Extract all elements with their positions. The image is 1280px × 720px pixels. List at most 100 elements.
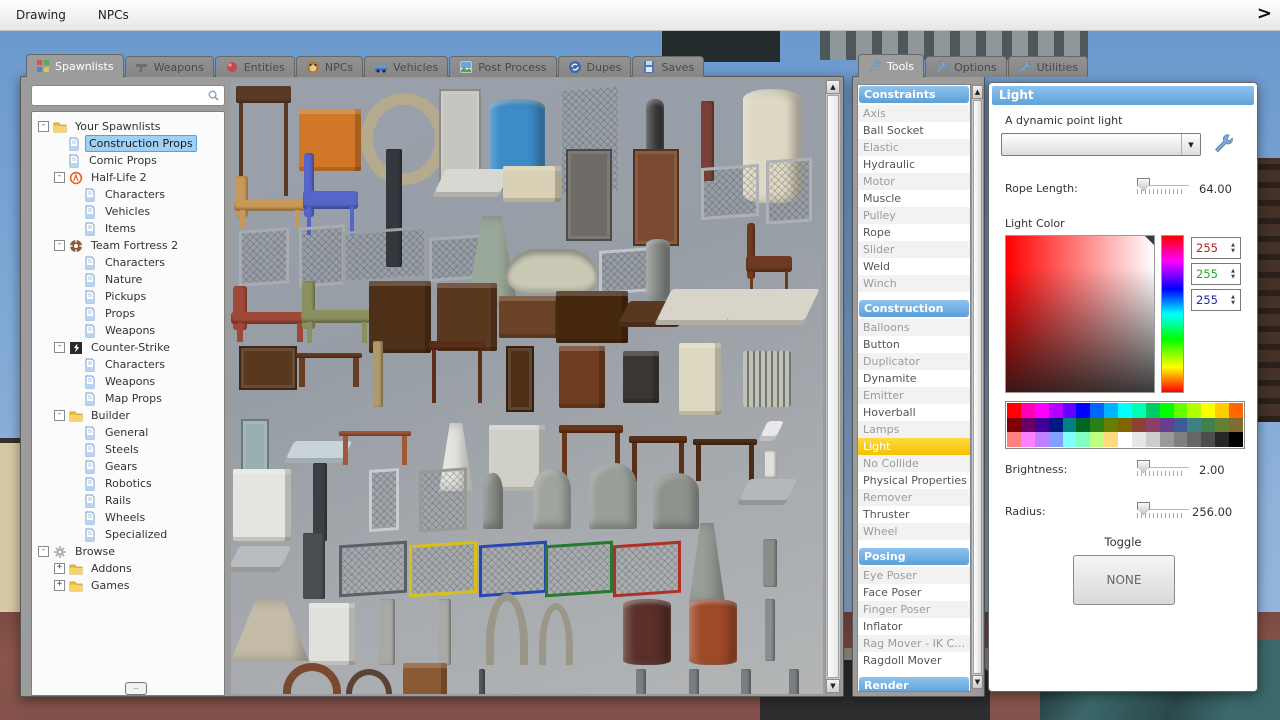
prop-thumbnail[interactable] [303, 153, 358, 235]
tool-item-slider[interactable]: Slider [858, 241, 970, 258]
palette-swatch[interactable] [1173, 432, 1188, 447]
palette-swatch[interactable] [1201, 432, 1216, 447]
toggle-none-button[interactable]: NONE [1073, 555, 1175, 605]
tool-item-thruster[interactable]: Thruster [858, 506, 970, 523]
palette-swatch[interactable] [1201, 403, 1216, 418]
tree-node-steels[interactable]: Steels [32, 441, 224, 458]
palette-swatch[interactable] [1229, 403, 1243, 418]
prop-thumbnail[interactable] [693, 439, 757, 481]
prop-thumbnail[interactable] [741, 669, 751, 694]
tree-node-half-life-2[interactable]: - Half-Life 2 [32, 169, 224, 186]
prop-thumbnail[interactable] [701, 163, 759, 221]
tree-node-gears[interactable]: Gears [32, 458, 224, 475]
tool-item-face-poser[interactable]: Face Poser [858, 584, 970, 601]
tool-item-hoverball[interactable]: Hoverball [858, 404, 970, 421]
scroll-thumb[interactable] [827, 95, 839, 678]
prop-thumbnail[interactable] [439, 599, 451, 665]
prop-thumbnail[interactable] [599, 247, 651, 295]
tree-node-rails[interactable]: Rails [32, 492, 224, 509]
prop-thumbnail[interactable] [556, 291, 628, 343]
tab-npcs[interactable]: NPCs [295, 56, 364, 77]
palette-swatch[interactable] [1173, 417, 1188, 433]
prop-thumbnail[interactable] [506, 249, 598, 293]
prop-thumbnail[interactable] [566, 149, 612, 241]
scroll-up-button[interactable]: ▲ [826, 80, 840, 94]
expand-icon[interactable]: + [54, 563, 65, 574]
scroll-up-button[interactable]: ▲ [972, 85, 983, 99]
tool-item-pulley[interactable]: Pulley [858, 207, 970, 224]
tool-item-button[interactable]: Button [858, 336, 970, 353]
prop-thumbnail[interactable] [403, 663, 447, 694]
prop-thumbnail[interactable] [361, 93, 447, 185]
palette-swatch[interactable] [1090, 417, 1105, 433]
tree-node-nature[interactable]: Nature [32, 271, 224, 288]
prop-thumbnail[interactable] [758, 421, 784, 441]
tool-item-rag-mover-ik-ch-[interactable]: Rag Mover - IK Ch... [858, 635, 970, 652]
tree-node-games[interactable]: + Games [32, 577, 224, 594]
tool-item-weld[interactable]: Weld [858, 258, 970, 275]
prop-thumbnail[interactable] [506, 346, 534, 412]
palette-swatch[interactable] [1090, 403, 1105, 418]
palette-swatch[interactable] [1229, 432, 1243, 447]
prop-thumbnail[interactable] [503, 166, 561, 202]
palette-swatch[interactable] [1159, 403, 1174, 418]
palette-swatch[interactable] [1215, 432, 1230, 447]
palette-swatch[interactable] [1090, 432, 1105, 447]
palette-swatch[interactable] [1007, 417, 1021, 433]
spinner-arrows[interactable]: ▲ ▼ [1228, 264, 1238, 284]
tool-item-motor[interactable]: Motor [858, 173, 970, 190]
palette-swatch[interactable] [1104, 403, 1119, 418]
tab-dupes[interactable]: Dupes [557, 56, 632, 77]
palette-swatch[interactable] [1187, 417, 1202, 433]
tree-node-your-spawnlists[interactable]: - Your Spawnlists [32, 118, 224, 135]
prop-thumbnail[interactable] [486, 593, 528, 665]
palette-swatch[interactable] [1173, 403, 1188, 418]
prop-thumbnail[interactable] [373, 341, 383, 407]
search-input[interactable] [31, 85, 225, 106]
palette-swatch[interactable] [1145, 432, 1160, 447]
palette-swatch[interactable] [1062, 417, 1077, 433]
tree-node-construction-props[interactable]: Construction Props [32, 135, 224, 152]
collapse-icon[interactable]: - [54, 240, 65, 251]
radius-slider[interactable] [1135, 502, 1189, 518]
prop-thumbnail[interactable] [479, 540, 547, 598]
palette-swatch[interactable] [1048, 432, 1063, 447]
palette-swatch[interactable] [1118, 432, 1132, 447]
prop-thumbnail[interactable] [339, 540, 407, 598]
prop-thumbnail[interactable] [303, 533, 325, 599]
scroll-down-button[interactable]: ▼ [826, 679, 840, 693]
palette-swatch[interactable] [1034, 417, 1049, 433]
palette-swatch[interactable] [1048, 403, 1063, 418]
prop-thumbnail[interactable] [765, 451, 777, 477]
tool-item-remover[interactable]: Remover [858, 489, 970, 506]
collapse-icon[interactable]: - [54, 410, 65, 421]
prop-thumbnail[interactable] [545, 540, 613, 598]
prop-thumbnail[interactable] [301, 281, 373, 343]
palette-swatch[interactable] [1034, 432, 1049, 447]
tool-item-inflator[interactable]: Inflator [858, 618, 970, 635]
prop-thumbnail[interactable] [763, 539, 777, 587]
prop-thumbnail[interactable] [539, 603, 573, 665]
prop-thumbnail[interactable] [309, 603, 355, 665]
palette-swatch[interactable] [1159, 432, 1174, 447]
palette-swatch[interactable] [1020, 403, 1035, 418]
palette-swatch[interactable] [1201, 417, 1216, 433]
tree-node-characters[interactable]: Characters [32, 254, 224, 271]
palette-swatch[interactable] [1007, 403, 1021, 418]
prop-thumbnail[interactable] [636, 669, 646, 694]
tool-item-physical-properties[interactable]: Physical Properties [858, 472, 970, 489]
tool-item-duplicator[interactable]: Duplicator [858, 353, 970, 370]
preset-combobox[interactable]: ▼ [1001, 133, 1201, 156]
prop-thumbnail[interactable] [346, 669, 392, 694]
red-value-spinner[interactable]: 255 ▲ ▼ [1191, 237, 1241, 259]
palette-swatch[interactable] [1048, 417, 1063, 433]
prop-thumbnail[interactable] [429, 341, 485, 403]
tool-item-hydraulic[interactable]: Hydraulic [858, 156, 970, 173]
menu-item-drawing[interactable]: Drawing [0, 8, 82, 22]
prop-thumbnail[interactable] [559, 346, 605, 408]
prop-thumbnail[interactable] [379, 599, 395, 665]
collapse-icon[interactable]: - [38, 546, 49, 557]
menu-item-npcs[interactable]: NPCs [82, 8, 145, 22]
prop-thumbnail[interactable] [766, 157, 812, 225]
tree-node-specialized[interactable]: Specialized [32, 526, 224, 543]
